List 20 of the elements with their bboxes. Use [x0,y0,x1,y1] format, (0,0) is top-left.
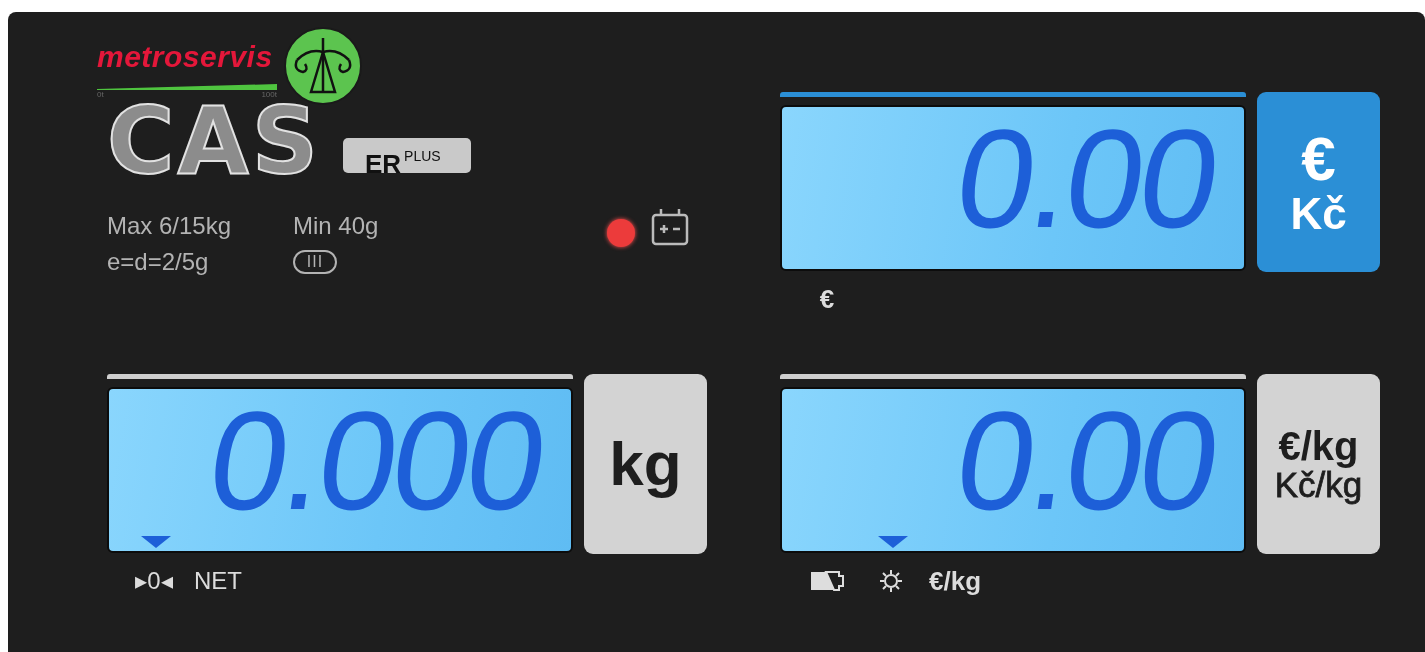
unit-label: kg [609,431,682,497]
lcd-reading: 0.000 [201,396,551,526]
unit-label: € [1301,126,1336,192]
lcd-reading: 0.00 [948,114,1224,244]
lcd-reading: 0.00 [948,396,1224,526]
model-badge: ER$^{PLUS}$ [343,138,471,173]
spec-text: Min 40g [293,211,379,241]
scale-label: 0t [97,90,104,99]
indicator-label: €/kg [929,565,981,597]
scale-label: 100t [261,90,277,99]
scales-logo-icon [283,26,363,106]
unit-label: €/kg [1278,424,1359,467]
spec-text: e=d=2/5g [107,247,210,277]
accuracy-class-mark: III [293,250,337,274]
brand-logo-text: metroservis [97,40,274,74]
unit-label: Kč [1290,191,1347,238]
spec-text: Max 6/15kg [107,211,233,241]
indicator-label: € [819,283,835,315]
indicator-label: ▸0◂ [135,567,173,595]
indicator-label: NET [194,567,242,595]
